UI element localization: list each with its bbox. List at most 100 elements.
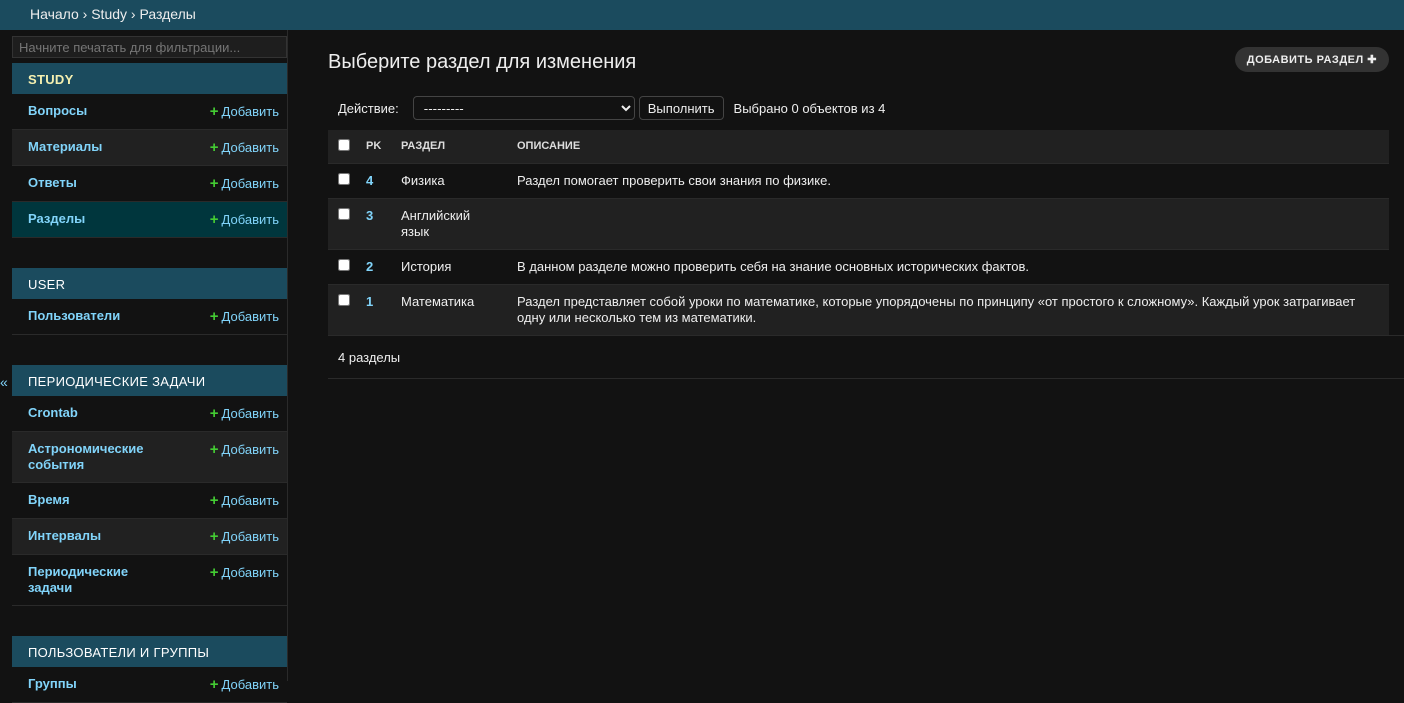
sidebar-item: Пользователи + Добавить [12, 299, 287, 335]
column-header-name[interactable]: РАЗДЕЛ [393, 130, 509, 163]
section-name: История [393, 248, 509, 284]
filter-input[interactable] [12, 36, 287, 58]
add-label: Добавить [221, 677, 279, 692]
module-caption[interactable]: STUDY [12, 63, 287, 94]
selected-count: Выбрано 0 объектов из 4 [733, 100, 886, 116]
model-link[interactable]: Crontab [28, 405, 168, 422]
add-link[interactable]: + Добавить [210, 441, 279, 473]
add-link[interactable]: + Добавить [210, 211, 279, 228]
plus-icon: + [209, 676, 219, 693]
section-description: В данном разделе можно проверить себя на… [509, 248, 1389, 284]
sidebar: STUDYВопросы+ДобавитьМатериалы+ДобавитьО… [12, 30, 288, 703]
pk-link[interactable]: 3 [358, 197, 393, 249]
sidebar-item: Материалы + Добавить [12, 130, 287, 166]
add-label: Добавить [221, 212, 279, 227]
add-label: Добавить [221, 565, 279, 580]
add-label: Добавить [221, 442, 279, 457]
actions-bar: Действие: --------- Выполнить Выбрано 0 … [328, 96, 1404, 120]
result-count: 4 разделы [328, 334, 1404, 379]
plus-icon: + [209, 175, 219, 192]
pk-link[interactable]: 4 [358, 162, 393, 198]
plus-icon: + [209, 492, 219, 509]
table-row: 4 Физика Раздел помогает проверить свои зн… [328, 162, 1389, 198]
add-link[interactable]: + Добавить [210, 405, 279, 422]
sidebar-item: Время + Добавить [12, 483, 287, 519]
table-row: 1 Математика Раздел представляет собой уро… [328, 283, 1389, 335]
sidebar-item: Периодические задачи + Добавить [12, 555, 287, 606]
model-link[interactable]: Астрономические события [28, 441, 168, 473]
column-header-description[interactable]: ОПИСАНИЕ [509, 130, 1389, 163]
model-link[interactable]: Пользователи [28, 308, 168, 325]
pk-link[interactable]: 1 [358, 283, 393, 335]
module: ПЕРИОДИЧЕСКИЕ ЗАДАЧИ Crontab + Добавить Астр… [12, 365, 287, 606]
action-label: Действие: [338, 100, 399, 116]
row-checkbox[interactable] [338, 293, 350, 306]
add-link[interactable]: + Добавить [210, 564, 279, 596]
select-all-checkbox[interactable] [338, 138, 350, 151]
add-label: Добавить [221, 176, 279, 191]
sidebar-item: Разделы + Добавить [12, 202, 287, 238]
pk-link[interactable]: 2 [358, 248, 393, 284]
add-link[interactable]: + Добавить [210, 676, 279, 693]
breadcrumb[interactable]: Начало › Study › Разделы [0, 0, 1404, 30]
sidebar-toggle[interactable]: « [0, 374, 8, 390]
row-checkbox[interactable] [338, 207, 350, 220]
add-label: Добавить [221, 529, 279, 544]
sidebar-item: Астрономические события + Добавить [12, 432, 287, 483]
sidebar-item: Вопросы + Добавить [12, 94, 287, 130]
add-link[interactable]: + Добавить [210, 103, 279, 120]
add-link[interactable]: + Добавить [210, 528, 279, 545]
action-select[interactable]: --------- [412, 96, 635, 120]
section-name: Английский язык [393, 197, 509, 249]
add-link[interactable]: + Добавить [210, 308, 279, 325]
section-description: Раздел представляет собой уроки по матем… [509, 283, 1389, 335]
section-description [509, 197, 1389, 249]
model-link[interactable]: Периодические задачи [28, 564, 168, 596]
add-section-button[interactable]: ДОБАВИТЬ РАЗДЕЛ ✚ [1234, 47, 1389, 72]
add-label: Добавить [221, 140, 279, 155]
section-name: Математика [393, 283, 509, 335]
module: STUDY Вопросы + Добавить Материалы + Добавить О… [12, 63, 287, 238]
plus-icon: ✚ [1367, 54, 1377, 66]
plus-icon: + [209, 528, 219, 545]
plus-icon: + [209, 103, 219, 120]
column-header-pk[interactable]: PK [358, 130, 393, 163]
go-button[interactable]: Выполнить [638, 96, 724, 120]
plus-icon: + [209, 211, 219, 228]
table-row: 3 Английский язык [328, 197, 1389, 249]
sidebar-item: Интервалы + Добавить [12, 519, 287, 555]
sidebar-item: Группы + Добавить [12, 667, 287, 703]
model-link[interactable]: Время [28, 492, 168, 509]
model-link[interactable]: Вопросы [28, 103, 168, 120]
plus-icon: + [209, 441, 219, 458]
sidebar-item: Crontab + Добавить [12, 396, 287, 432]
add-section-label: ДОБАВИТЬ РАЗДЕЛ [1246, 54, 1364, 66]
model-link[interactable]: Разделы [28, 211, 168, 228]
module-caption[interactable]: ПЕРИОДИЧЕСКИЕ ЗАДАЧИ [12, 365, 287, 396]
section-description: Раздел помогает проверить свои знания по… [509, 162, 1389, 198]
add-label: Добавить [221, 104, 279, 119]
plus-icon: + [209, 564, 219, 581]
module-caption[interactable]: USER [12, 268, 287, 299]
plus-icon: + [209, 308, 219, 325]
add-link[interactable]: + Добавить [210, 492, 279, 509]
module: USER Пользователи + Добавить [12, 268, 287, 335]
module: ПОЛЬЗОВАТЕЛИ И ГРУППЫ Группы + Добавить [12, 636, 287, 703]
section-name: Физика [393, 162, 509, 198]
add-label: Добавить [221, 406, 279, 421]
row-checkbox[interactable] [338, 258, 350, 271]
plus-icon: + [209, 405, 219, 422]
module-caption[interactable]: ПОЛЬЗОВАТЕЛИ И ГРУППЫ [12, 636, 287, 667]
sidebar-item: Ответы + Добавить [12, 166, 287, 202]
model-link[interactable]: Группы [28, 676, 168, 693]
add-link[interactable]: + Добавить [210, 139, 279, 156]
model-link[interactable]: Ответы [28, 175, 168, 192]
add-label: Добавить [221, 309, 279, 324]
table-row: 2 История В данном разделе можно проверить… [328, 248, 1389, 284]
row-checkbox[interactable] [338, 172, 350, 185]
add-link[interactable]: + Добавить [210, 175, 279, 192]
model-link[interactable]: Материалы [28, 139, 168, 156]
results-table: PK РАЗДЕЛ ОПИСАНИЕ 4 Физика Раздел помогае… [328, 130, 1389, 335]
main-content: Выберите раздел для изменения ДОБАВИТЬ Р… [328, 30, 1404, 379]
model-link[interactable]: Интервалы [28, 528, 168, 545]
